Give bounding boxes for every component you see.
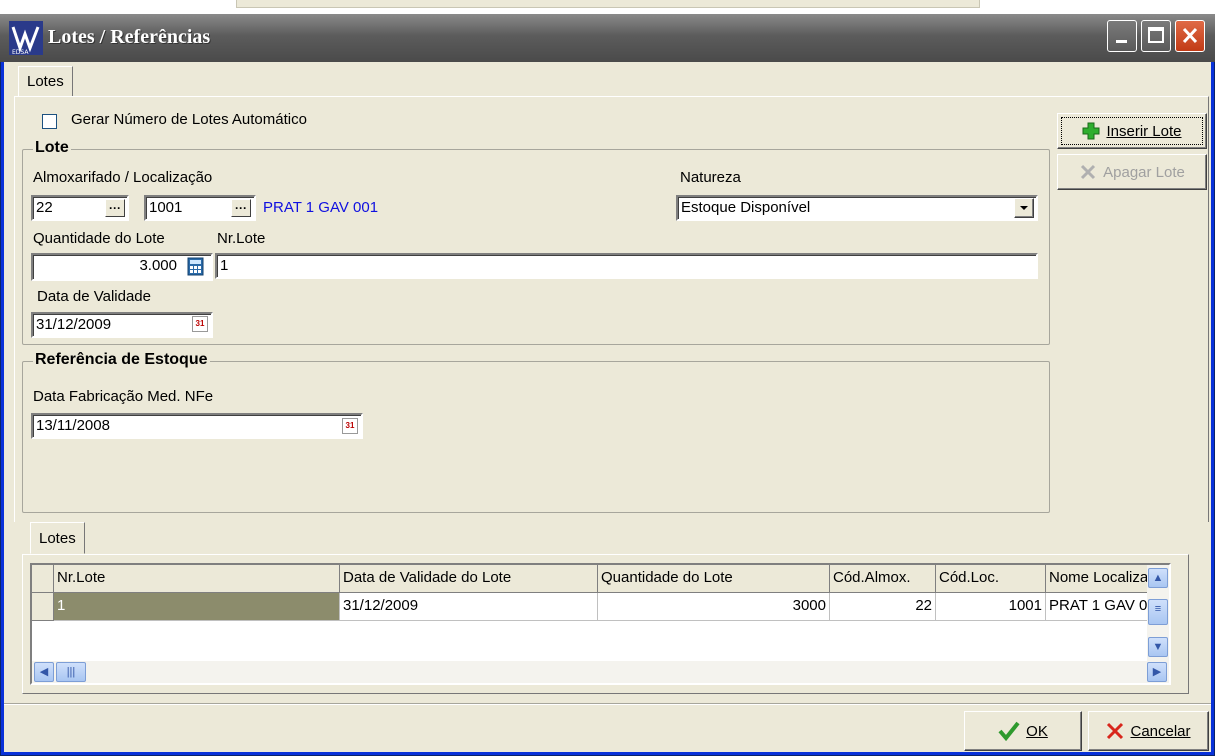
nrlote-input[interactable]: 1: [215, 253, 1038, 279]
table-cell[interactable]: 1001: [936, 593, 1046, 621]
calendar-icon[interactable]: 31: [192, 316, 208, 332]
horizontal-scrollbar[interactable]: ◀ ||| ▶: [32, 661, 1169, 683]
grid-header-validade[interactable]: Data de Validade do Lote: [340, 565, 598, 593]
calendar-icon[interactable]: 31: [342, 418, 358, 434]
hscroll-thumb[interactable]: |||: [56, 662, 86, 682]
dropdown-arrow-icon: [1020, 206, 1028, 210]
loc-lookup-button[interactable]: ···: [231, 199, 251, 217]
maximize-button[interactable]: [1141, 20, 1171, 52]
fabricacao-input[interactable]: 13/11/2008: [31, 413, 363, 439]
almox-lookup-button[interactable]: ···: [105, 199, 125, 217]
qtd-label: Quantidade do Lote: [33, 230, 165, 247]
minimize-button[interactable]: [1107, 20, 1137, 52]
ok-label: OK: [1026, 722, 1048, 740]
natureza-label: Natureza: [680, 169, 741, 186]
ok-button[interactable]: OK: [964, 711, 1082, 751]
row-indicator[interactable]: [32, 593, 54, 621]
delete-lot-button[interactable]: Apagar Lote: [1057, 154, 1207, 190]
scroll-down-button[interactable]: ▼: [1148, 637, 1168, 657]
app-icon: EDSA: [8, 20, 44, 56]
background-window-strip: [236, 0, 980, 8]
check-icon: [998, 721, 1020, 741]
x-icon: [1107, 722, 1124, 740]
footer-divider: [4, 703, 1211, 705]
plus-icon: [1082, 122, 1100, 140]
natureza-dropdown-button[interactable]: [1014, 198, 1034, 218]
scroll-thumb[interactable]: ≡: [1148, 599, 1168, 625]
auto-lot-checkbox[interactable]: [42, 114, 57, 129]
vertical-scrollbar[interactable]: ▲ ≡ ▼: [1147, 565, 1169, 661]
grid-header-cod-loc[interactable]: Cód.Loc.: [936, 565, 1046, 593]
grid-header-quantidade[interactable]: Quantidade do Lote: [598, 565, 830, 593]
scroll-up-button[interactable]: ▲: [1148, 568, 1168, 588]
loc-name-text: PRAT 1 GAV 001: [263, 199, 379, 216]
validade-label: Data de Validade: [37, 288, 151, 305]
insert-lot-button[interactable]: Inserir Lote: [1057, 113, 1207, 149]
tab-lotes[interactable]: Lotes: [18, 66, 73, 96]
nrlote-label: Nr.Lote: [217, 230, 266, 247]
window-title: Lotes / Referências: [48, 26, 211, 48]
table-cell[interactable]: 1: [54, 593, 340, 621]
svg-text:EDSA: EDSA: [12, 49, 29, 56]
minimize-icon: [1116, 40, 1127, 43]
cancel-button[interactable]: Cancelar: [1088, 711, 1209, 751]
lots-grid: Nr.Lote Data de Validade do Lote Quantid…: [30, 563, 1171, 685]
grid-corner: [32, 565, 54, 593]
table-cell[interactable]: 22: [830, 593, 936, 621]
natureza-select[interactable]: Estoque Disponível: [676, 195, 1038, 221]
close-button[interactable]: [1175, 20, 1205, 52]
grid-header-nrlote[interactable]: Nr.Lote: [54, 565, 340, 593]
almox-label: Almoxarifado / Localização: [33, 169, 213, 186]
auto-lot-label: Gerar Número de Lotes Automático: [71, 111, 307, 128]
close-icon: [1182, 27, 1198, 44]
calculator-button[interactable]: [186, 257, 206, 277]
delete-lot-label: Apagar Lote: [1103, 163, 1185, 181]
validade-input[interactable]: 31/12/2009: [31, 312, 213, 338]
lote-group-title: Lote: [33, 139, 71, 157]
scroll-right-button[interactable]: ▶: [1147, 662, 1167, 682]
table-cell[interactable]: 31/12/2009: [340, 593, 598, 621]
ellipsis-icon: ···: [235, 201, 247, 215]
table-cell[interactable]: 3000: [598, 593, 830, 621]
cancel-label: Cancelar: [1130, 722, 1191, 740]
calculator-icon: [187, 257, 204, 276]
insert-lot-label: Inserir Lote: [1106, 122, 1182, 140]
maximize-icon: [1148, 27, 1164, 43]
ellipsis-icon: ···: [109, 201, 121, 215]
fabricacao-label: Data Fabricação Med. NFe: [33, 388, 214, 405]
scroll-left-button[interactable]: ◀: [34, 662, 54, 682]
grid-header-cod-almox[interactable]: Cód.Almox.: [830, 565, 936, 593]
referencia-group-title: Referência de Estoque: [33, 351, 210, 369]
x-icon: [1081, 164, 1096, 180]
tab-lotes-grid[interactable]: Lotes: [30, 522, 85, 554]
